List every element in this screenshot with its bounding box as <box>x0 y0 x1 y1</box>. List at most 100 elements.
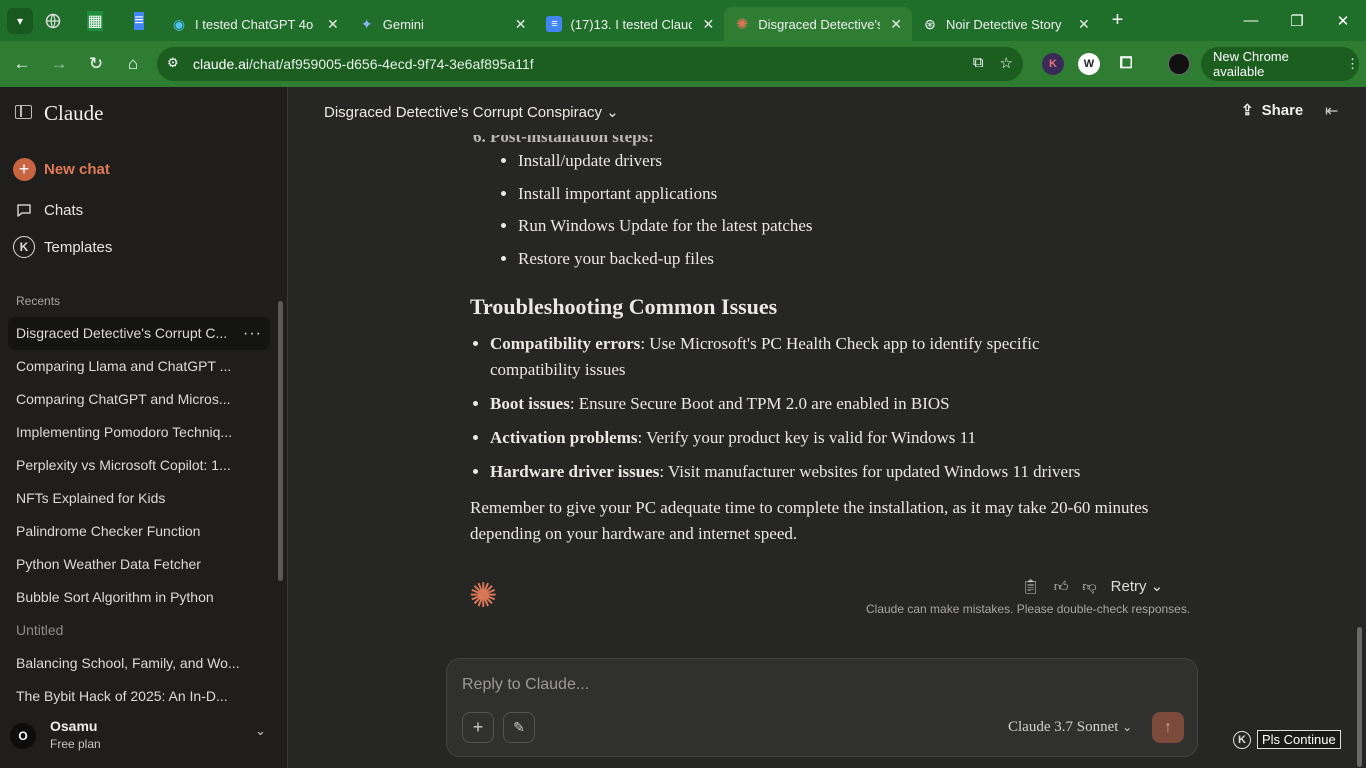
list-item[interactable]: Disgraced Detective's Corrupt C... ··· <box>8 317 270 350</box>
recent-title: Perplexity vs Microsoft Copilot: 1... <box>16 457 231 473</box>
sidebar-toggle-icon[interactable] <box>15 105 32 119</box>
share-button[interactable]: ⇪ Share <box>1241 101 1303 120</box>
arrow-up-icon: ↑ <box>1164 718 1172 736</box>
recent-title: Palindrome Checker Function <box>16 523 201 539</box>
thumbs-down-icon[interactable]: 👎︎ <box>1082 578 1096 595</box>
site-info-icon[interactable]: ⚙ <box>167 55 179 71</box>
list-item: Run Windows Update for the latest patche… <box>518 216 813 249</box>
recents-list: Disgraced Detective's Corrupt C... ··· Co… <box>8 317 270 713</box>
profile-avatar-icon[interactable] <box>1168 53 1190 75</box>
tab-noir-story[interactable]: ⊛ Noir Detective Story ✕ <box>912 7 1100 41</box>
thumbs-up-icon[interactable]: 👍︎ <box>1054 578 1069 595</box>
list-item[interactable]: Palindrome Checker Function <box>8 515 270 548</box>
sidebar-scrollbar[interactable] <box>278 301 283 581</box>
brand-logo: Claude <box>44 101 104 125</box>
model-label: Claude 3.7 Sonnet <box>1008 719 1119 735</box>
reply-composer: Reply to Claude... + ✎ Claude 3.7 Sonnet… <box>446 658 1198 757</box>
user-menu[interactable]: O Osamu Free plan ⌄ <box>0 713 288 768</box>
close-icon[interactable]: ✕ <box>515 16 527 33</box>
tab-claude-chat[interactable]: ✺ Disgraced Detective's C ✕ <box>724 7 912 41</box>
bookmark-star-icon[interactable]: ☆ <box>1000 54 1013 72</box>
address-bar[interactable]: ⚙ claude.ai/chat/af959005-d656-4ecd-9f74… <box>157 47 1023 81</box>
recent-title: Comparing ChatGPT and Micros... <box>16 391 231 407</box>
chat-bubble-icon <box>12 198 36 222</box>
issue-term: Compatibility errors <box>490 334 641 353</box>
back-button[interactable]: ← <box>5 47 39 81</box>
list-item: Hardware driver issues: Visit manufactur… <box>490 459 1130 485</box>
sidebar-item-label: Chats <box>44 201 84 219</box>
list-item[interactable]: Perplexity vs Microsoft Copilot: 1... <box>8 449 270 482</box>
pinned-tab-docs[interactable]: ≡ <box>117 4 161 38</box>
list-item: Boot issues: Ensure Secure Boot and TPM … <box>490 391 1130 417</box>
list-item[interactable]: Comparing Llama and ChatGPT ... <box>8 350 270 383</box>
sidebar-item-chats[interactable]: Chats <box>12 198 83 222</box>
k-extension-icon: K <box>1233 730 1251 749</box>
sidebar-item-label: Templates <box>44 238 113 256</box>
copy-icon[interactable]: 📋︎ <box>1022 578 1040 595</box>
list-item: Install/update drivers <box>518 151 813 184</box>
close-icon[interactable]: ✕ <box>1078 16 1090 33</box>
extension-k-icon[interactable]: K <box>1042 53 1064 75</box>
tab-title: (17)13. I tested Claude <box>570 16 693 32</box>
close-icon[interactable]: ✕ <box>890 16 902 33</box>
restore-button[interactable]: ❐ <box>1274 0 1320 41</box>
new-chat-label: New chat <box>44 160 110 178</box>
tab-title: I tested ChatGPT 4o im <box>195 16 317 32</box>
conversation-title[interactable]: Disgraced Detective's Corrupt Conspiracy… <box>324 103 619 121</box>
pls-continue-button[interactable]: Pls Continue <box>1257 730 1341 749</box>
list-item[interactable]: Bubble Sort Algorithm in Python <box>8 581 270 614</box>
style-button[interactable]: ✎ <box>503 712 535 743</box>
disclaimer-text: Claude can make mistakes. Please double-… <box>866 602 1191 616</box>
issue-text: : Ensure Secure Boot and TPM 2.0 are ena… <box>569 394 950 413</box>
close-icon[interactable]: ✕ <box>327 16 339 33</box>
send-button[interactable]: ↑ <box>1152 712 1184 743</box>
compass-icon: ◉ <box>172 15 186 32</box>
new-chrome-available-button[interactable]: New Chrome available ⋮ <box>1201 47 1359 81</box>
install-app-icon[interactable]: ⧉ <box>973 54 984 72</box>
tab-chatgpt-article[interactable]: ◉ I tested ChatGPT 4o im ✕ <box>161 7 349 41</box>
extensions-puzzle-icon[interactable]: ⧠ <box>1115 53 1137 75</box>
retry-label: Retry <box>1110 578 1147 595</box>
section-heading: Troubleshooting Common Issues <box>470 294 778 319</box>
openai-icon: ⊛ <box>924 15 936 32</box>
list-item[interactable]: Untitled <box>8 614 270 647</box>
main-scrollbar[interactable] <box>1357 627 1362 767</box>
docs-icon: ≡ <box>134 11 144 30</box>
pinned-tab-globe[interactable] <box>33 4 73 38</box>
list-item[interactable]: Balancing School, Family, and Wo... <box>8 647 270 680</box>
issue-term: Hardware driver issues <box>490 462 660 481</box>
retry-button[interactable]: Retry ⌄ <box>1111 577 1164 595</box>
recent-title: NFTs Explained for Kids <box>16 490 166 506</box>
new-tab-button[interactable]: + <box>1112 9 1124 32</box>
plus-icon: + <box>472 717 484 737</box>
forward-button[interactable]: → <box>42 47 76 81</box>
window-close-button[interactable]: ✕ <box>1320 0 1366 41</box>
more-options-icon[interactable]: ··· <box>243 317 262 350</box>
message-actions: 📋︎ 👍︎ 👎︎ Retry ⌄ <box>1022 577 1164 596</box>
extension-w-icon[interactable]: W <box>1078 53 1100 75</box>
list-item[interactable]: The Bybit Hack of 2025: An In-D... <box>8 680 270 713</box>
pinned-tab-sheets[interactable]: ▦ <box>73 4 117 38</box>
list-item[interactable]: NFTs Explained for Kids <box>8 482 270 515</box>
minimize-button[interactable]: — <box>1228 0 1274 41</box>
model-selector[interactable]: Claude 3.7 Sonnet ⌄ <box>1008 719 1132 736</box>
close-icon[interactable]: ✕ <box>702 16 714 33</box>
tab-search-button[interactable]: ▾ <box>7 7 33 34</box>
reload-button[interactable]: ↻ <box>79 47 113 81</box>
list-item[interactable]: Python Weather Data Fetcher <box>8 548 270 581</box>
pen-icon: ✎ <box>513 719 525 735</box>
list-item: Activation problems: Verify your product… <box>490 425 1130 451</box>
sidebar-item-templates[interactable]: K Templates <box>12 235 112 259</box>
collapse-panel-icon[interactable]: ⇤ <box>1325 101 1338 121</box>
home-button[interactable]: ⌂ <box>116 47 150 81</box>
tab-gemini[interactable]: ✦ Gemini ✕ <box>349 7 537 41</box>
add-attachment-button[interactable]: + <box>462 712 494 743</box>
pls-continue-widget: K Pls Continue <box>1233 730 1341 749</box>
browser-tab-strip: ▾ ▦ ≡ ◉ I tested ChatGPT 4o im ✕ ✦ Gemin… <box>0 0 1366 41</box>
new-chat-button[interactable]: + New chat <box>12 157 110 181</box>
tab-claude-article[interactable]: ≡ (17)13. I tested Claude ✕ <box>536 7 724 41</box>
reply-input[interactable]: Reply to Claude... <box>462 676 589 694</box>
list-item[interactable]: Comparing ChatGPT and Micros... <box>8 383 270 416</box>
claude-icon: ✺ <box>735 16 749 33</box>
list-item[interactable]: Implementing Pomodoro Techniq... <box>8 416 270 449</box>
